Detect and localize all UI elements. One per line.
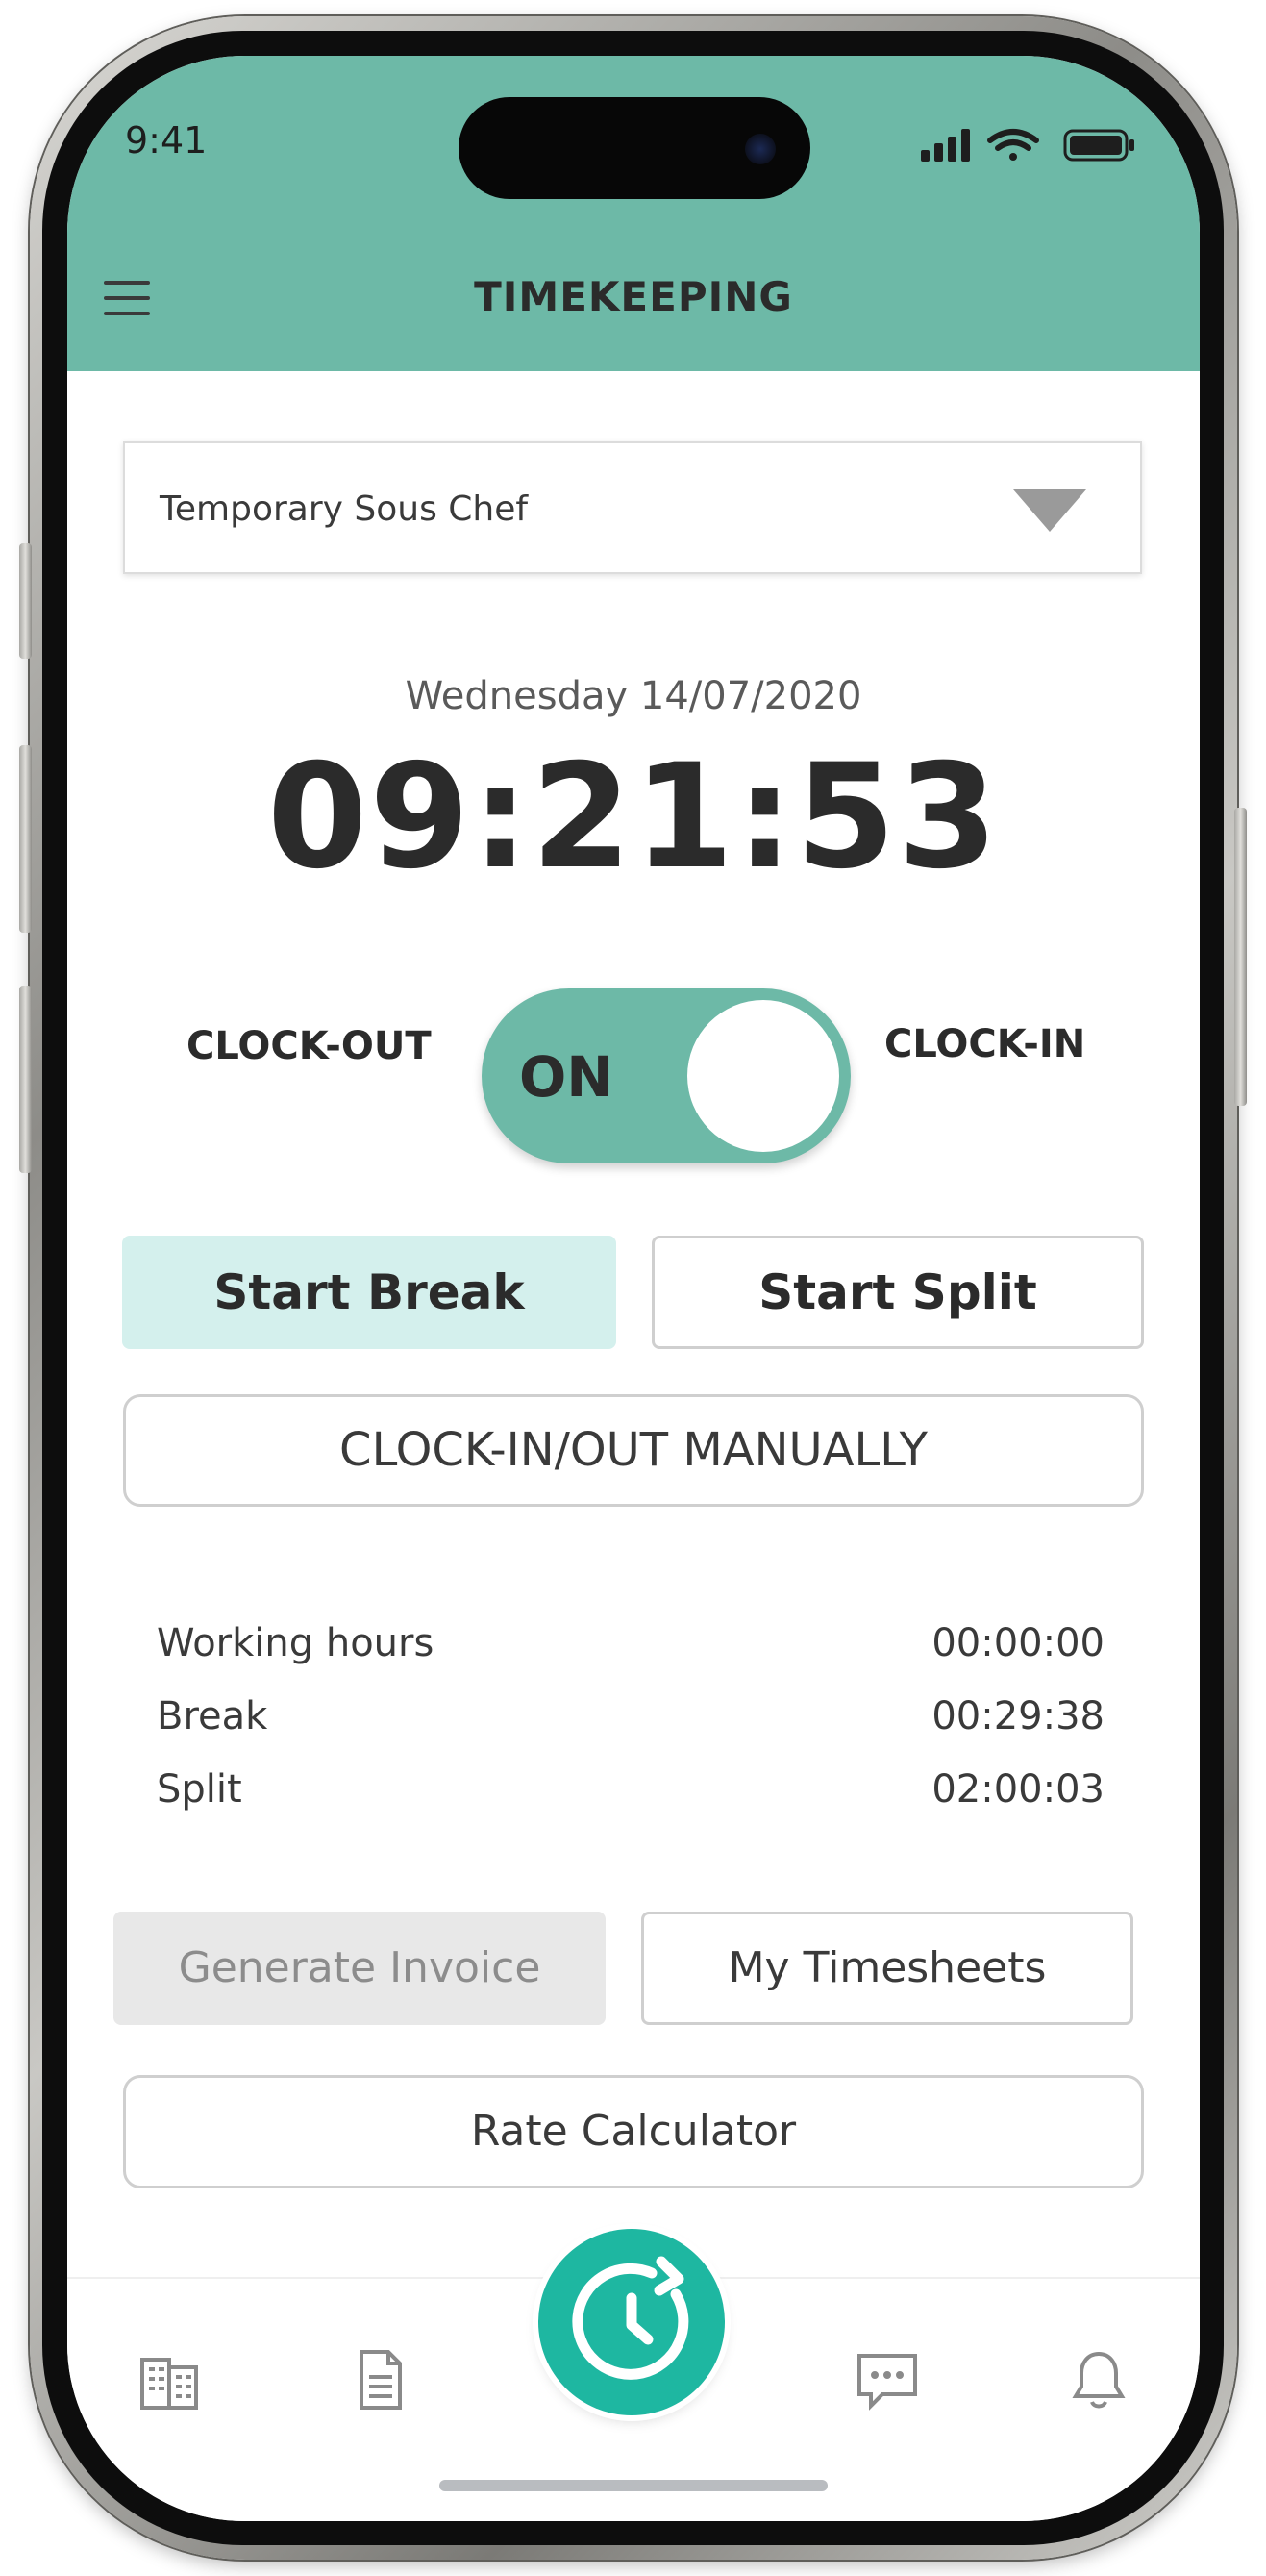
home-indicator xyxy=(439,2480,828,2491)
stat-value: 02:00:03 xyxy=(931,1767,1105,1812)
side-button-volume-up xyxy=(19,745,32,933)
message-icon[interactable] xyxy=(854,2346,921,2413)
battery-icon xyxy=(1063,129,1134,162)
bell-icon[interactable] xyxy=(1065,2346,1132,2413)
time-summary: Working hours 00:00:00 Break 00:29:38 Sp… xyxy=(157,1621,1105,1840)
clock-in-label: CLOCK-IN xyxy=(884,1022,1086,1066)
job-select[interactable]: Temporary Sous Chef xyxy=(123,441,1142,574)
side-button-silent xyxy=(19,543,32,659)
app-header: 9:41 TIMEKEEPING xyxy=(67,56,1200,371)
camera-icon xyxy=(745,134,776,164)
current-date: Wednesday 14/07/2020 xyxy=(405,674,862,718)
start-break-button[interactable]: Start Break xyxy=(122,1236,616,1349)
rate-calculator-button[interactable]: Rate Calculator xyxy=(123,2075,1144,2188)
stat-label: Split xyxy=(157,1767,242,1812)
job-select-value: Temporary Sous Chef xyxy=(160,489,529,529)
document-icon[interactable] xyxy=(346,2346,413,2413)
screen: 9:41 TIMEKEEPING Temporary Sous Chef Wed… xyxy=(67,56,1200,2521)
stat-row-break: Break 00:29:38 xyxy=(157,1694,1105,1767)
stat-value: 00:29:38 xyxy=(931,1694,1105,1738)
caret-down-icon xyxy=(1013,489,1086,532)
status-icons xyxy=(921,129,1134,162)
building-icon[interactable] xyxy=(137,2346,204,2413)
clock-manual-button[interactable]: CLOCK-IN/OUT MANUALLY xyxy=(123,1394,1144,1507)
start-split-button[interactable]: Start Split xyxy=(652,1236,1144,1349)
clock-refresh-icon xyxy=(572,2256,689,2380)
timekeeping-tab-button[interactable] xyxy=(538,2229,725,2415)
my-timesheets-button[interactable]: My Timesheets xyxy=(641,1912,1133,2025)
dynamic-island xyxy=(459,97,810,199)
stat-label: Working hours xyxy=(157,1621,434,1665)
clock-toggle-knob xyxy=(687,1000,839,1152)
stat-value: 00:00:00 xyxy=(931,1621,1105,1665)
stat-row-working-hours: Working hours 00:00:00 xyxy=(157,1621,1105,1694)
current-time: 09:21:53 xyxy=(266,734,1001,901)
wifi-icon xyxy=(987,129,1039,161)
signal-icon xyxy=(921,129,970,162)
clock-toggle[interactable]: ON xyxy=(482,988,851,1163)
stat-label: Break xyxy=(157,1694,268,1738)
generate-invoice-button[interactable]: Generate Invoice xyxy=(113,1912,606,2025)
side-button-volume-down xyxy=(19,986,32,1173)
page-title: TIMEKEEPING xyxy=(474,273,793,320)
clock-out-label: CLOCK-OUT xyxy=(186,1024,432,1068)
clock-toggle-state: ON xyxy=(519,1044,613,1110)
status-time: 9:41 xyxy=(125,119,208,162)
stat-row-split: Split 02:00:03 xyxy=(157,1767,1105,1840)
side-button-power xyxy=(1234,808,1247,1106)
